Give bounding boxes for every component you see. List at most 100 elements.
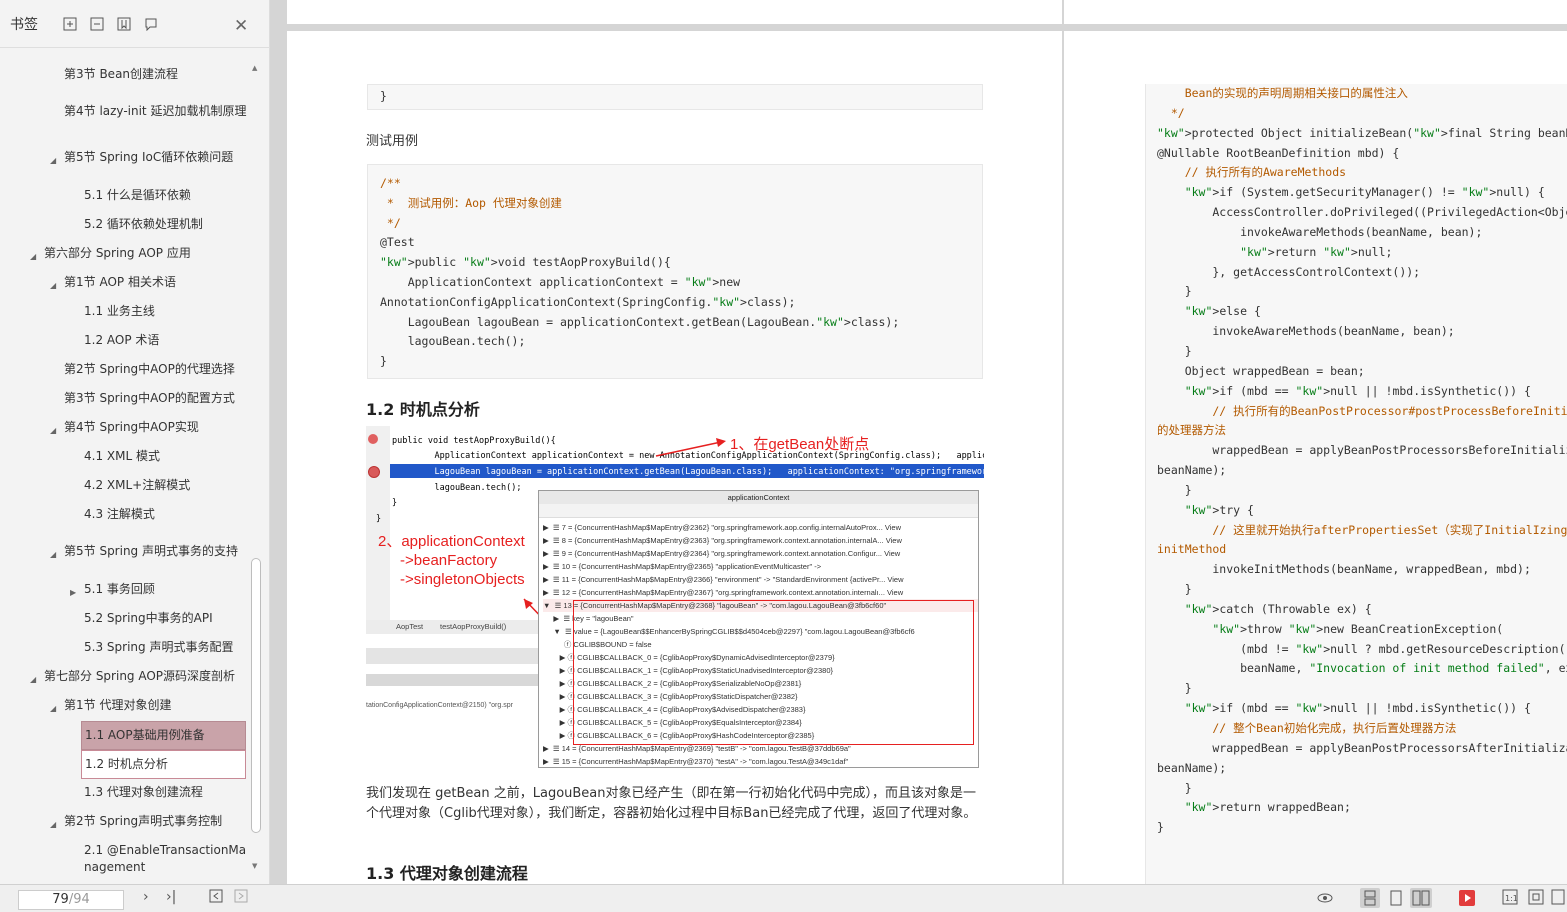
collapse-arrow-icon[interactable]: ◢ xyxy=(50,152,56,169)
play-icon[interactable] xyxy=(1458,889,1476,911)
debug-tree-row[interactable]: ▶ ☰ 15 = {ConcurrentHashMap$MapEntry@237… xyxy=(543,755,978,768)
code-line: // 这里就开始执行afterPropertiesSet（实现了InitialI… xyxy=(1157,522,1567,537)
code-line: invokeAwareMethods(beanName, bean); xyxy=(1157,224,1483,239)
code-line: "kw">if (mbd == "kw">null || !mbd.isSynt… xyxy=(1184,383,1531,398)
annotation-breakpoint: 1、在getBean处断点 xyxy=(730,436,870,453)
toc-item[interactable]: ◢ 第1节 代理对象创建 xyxy=(50,697,171,714)
collapse-arrow-icon[interactable]: ◢ xyxy=(50,816,56,833)
proxy-highlight-box xyxy=(573,600,974,745)
code-line: ApplicationContext applicationContext = … xyxy=(380,274,741,289)
code-line: } xyxy=(380,354,387,369)
toc-item[interactable]: 1.3 代理对象创建流程 xyxy=(84,784,203,801)
collapse-arrow-icon[interactable]: ◢ xyxy=(30,671,36,688)
debug-tree-row[interactable]: ▶ ☰ 11 = {ConcurrentHashMap$MapEntry@236… xyxy=(543,573,978,586)
fit-width-icon[interactable] xyxy=(1551,889,1565,909)
toc-item[interactable]: 4.3 注解模式 xyxy=(84,506,155,523)
scroll-down-icon[interactable]: ▼ xyxy=(252,862,257,870)
toc-item[interactable]: 1.1 AOP基础用例准备 xyxy=(81,721,246,750)
toc-item[interactable]: ◢ 第2节 Spring声明式事务控制 xyxy=(50,813,222,830)
add-bookmark-icon[interactable] xyxy=(116,16,132,32)
toc-item[interactable]: ▶ 5.1 事务回顾 xyxy=(70,581,155,598)
toc-item[interactable]: 4.1 XML 模式 xyxy=(84,448,160,465)
code-line: LagouBean lagouBean = applicationContext… xyxy=(380,314,900,329)
section-heading-flow: 1.3 代理对象创建流程 xyxy=(366,864,528,883)
collapse-arrow-icon[interactable]: ◢ xyxy=(50,546,56,563)
code-line: (mbd != "kw">null ? mbd.getResourceDescr… xyxy=(1157,641,1567,656)
code-line: } xyxy=(1157,681,1192,696)
collapse-arrow-icon[interactable]: ◢ xyxy=(30,248,36,265)
toc-item[interactable]: 1.2 时机点分析 xyxy=(81,750,246,779)
last-page-icon[interactable]: ›| xyxy=(166,889,176,905)
sidebar-scrollbar[interactable]: ▲ ▼ xyxy=(250,58,262,878)
debug-bottom-text: tationConfigApplicationContext@2150) "or… xyxy=(366,702,513,709)
tab-testaopproxybuild[interactable]: testAopProxyBuild() xyxy=(440,620,506,634)
fit-page-icon[interactable] xyxy=(1528,889,1544,909)
scroll-up-icon[interactable]: ▲ xyxy=(252,64,257,72)
toc-item[interactable]: 2.1 @EnableTransactionMa xyxy=(84,842,246,859)
toc-item[interactable]: 5.1 什么是循环依赖 xyxy=(84,187,191,204)
toc-item[interactable]: 第4节 lazy-init 延迟加载机制原理 xyxy=(64,103,246,120)
code-line: /** xyxy=(380,176,401,190)
forward-icon[interactable] xyxy=(234,889,248,907)
toc-item[interactable]: 5.3 Spring 声明式事务配置 xyxy=(84,639,233,656)
code-line: wrappedBean = applyBeanPostProcessorsBef… xyxy=(1157,443,1567,458)
code-line: } xyxy=(1157,780,1192,795)
two-page-icon[interactable] xyxy=(1410,888,1432,908)
expand-all-icon[interactable] xyxy=(62,16,78,32)
code-line: AnnotationConfigApplicationContext(Sprin… xyxy=(380,294,796,309)
debug-tree-row[interactable]: ▶ ☰ 12 = {ConcurrentHashMap$MapEntry@236… xyxy=(543,586,978,599)
collapse-arrow-icon[interactable]: ◢ xyxy=(50,700,56,717)
collapse-arrow-icon[interactable]: ◢ xyxy=(50,277,56,294)
back-icon[interactable] xyxy=(209,889,223,907)
code-line: "kw">else { xyxy=(1184,304,1261,319)
code-line: "kw">protected Object initializeBean("kw… xyxy=(1157,125,1567,140)
test-label: 测试用例 xyxy=(366,134,419,149)
toc-item[interactable]: 第2节 Spring中AOP的代理选择 xyxy=(64,361,235,378)
toc-item[interactable]: ◢ 第1节 AOP 相关术语 xyxy=(50,274,176,291)
toc-item[interactable]: ◢ 第七部分 Spring AOP源码深度剖析 xyxy=(30,668,235,685)
code-line: * 测试用例：Aop 代理对象创建 xyxy=(380,195,562,210)
editor-tab-bar: AopTest testAopProxyBuild() xyxy=(366,620,541,634)
toc-item[interactable]: ◢ 第六部分 Spring AOP 应用 xyxy=(30,245,191,262)
code-line: } xyxy=(1157,284,1192,299)
code-block-test: /** * 测试用例：Aop 代理对象创建 */ @Test "kw">public… xyxy=(367,164,983,379)
continuous-view-icon[interactable] xyxy=(1360,888,1380,908)
debug-popup: applicationContext ▶ ☰ 7 = {ConcurrentHa… xyxy=(538,490,979,768)
actual-size-icon[interactable]: 1:1 xyxy=(1502,889,1518,909)
debug-tree-row[interactable]: ▶ ☰ 7 = {ConcurrentHashMap$MapEntry@2362… xyxy=(543,521,978,534)
toc-item[interactable]: ◢ 第5节 Spring IoC循环依赖问题 xyxy=(50,149,233,166)
toc-item[interactable]: 5.2 Spring中事务的API xyxy=(84,610,213,627)
toc-item[interactable]: 4.2 XML+注解模式 xyxy=(84,477,190,494)
tab-aoptest[interactable]: AopTest xyxy=(396,620,423,634)
debug-tree-row[interactable]: ▶ ☰ 9 = {ConcurrentHashMap$MapEntry@2364… xyxy=(543,547,978,560)
code-line: } xyxy=(1157,582,1192,597)
collapse-arrow-icon[interactable]: ◢ xyxy=(50,422,56,439)
toc-item[interactable]: 1.1 业务主线 xyxy=(84,303,155,320)
code-line: "kw">return "kw">null; xyxy=(1240,244,1393,259)
scrollbar-thumb[interactable] xyxy=(251,558,261,833)
previous-page-bottom xyxy=(287,0,1062,24)
single-page-icon[interactable] xyxy=(1388,889,1404,911)
code-line: "kw">catch (Throwable ex) { xyxy=(1184,601,1372,616)
toc-item[interactable]: 5.2 循环依赖处理机制 xyxy=(84,216,203,233)
code-line: AccessController.doPrivileged((Privilege… xyxy=(1157,205,1567,220)
bookmark-list-icon[interactable] xyxy=(143,16,159,32)
status-bar: 79/94 › ›| 1:1 xyxy=(0,884,1567,912)
debug-tree-row[interactable]: ▶ ☰ 8 = {ConcurrentHashMap$MapEntry@2363… xyxy=(543,534,978,547)
toc-item[interactable]: nagement xyxy=(84,859,145,876)
toc-item[interactable]: ◢ 第4节 Spring中AOP实现 xyxy=(50,419,199,436)
toc-item[interactable]: 第3节 Spring中AOP的配置方式 xyxy=(64,390,235,407)
toc-item[interactable]: 第3节 Bean创建流程 xyxy=(64,66,178,83)
toc-item[interactable]: ◢ 第5节 Spring 声明式事务的支持 xyxy=(50,543,238,560)
close-icon[interactable]: ✕ xyxy=(234,16,248,36)
page-number-input[interactable]: 79/94 xyxy=(18,890,124,910)
code-line: beanName); xyxy=(1157,760,1227,775)
section-heading-timing: 1.2 时机点分析 xyxy=(366,400,480,419)
toc-item[interactable]: 1.2 AOP 术语 xyxy=(84,332,159,349)
next-page-icon[interactable]: › xyxy=(143,889,149,905)
debug-tree-row[interactable]: ▶ ☰ 10 = {ConcurrentHashMap$MapEntry@236… xyxy=(543,560,978,573)
code-line: // 整个Bean初始化完成，执行后置处理器方法 xyxy=(1157,721,1457,735)
eye-icon[interactable] xyxy=(1316,889,1334,909)
expand-arrow-icon[interactable]: ▶ xyxy=(70,584,76,601)
collapse-all-icon[interactable] xyxy=(89,16,105,32)
